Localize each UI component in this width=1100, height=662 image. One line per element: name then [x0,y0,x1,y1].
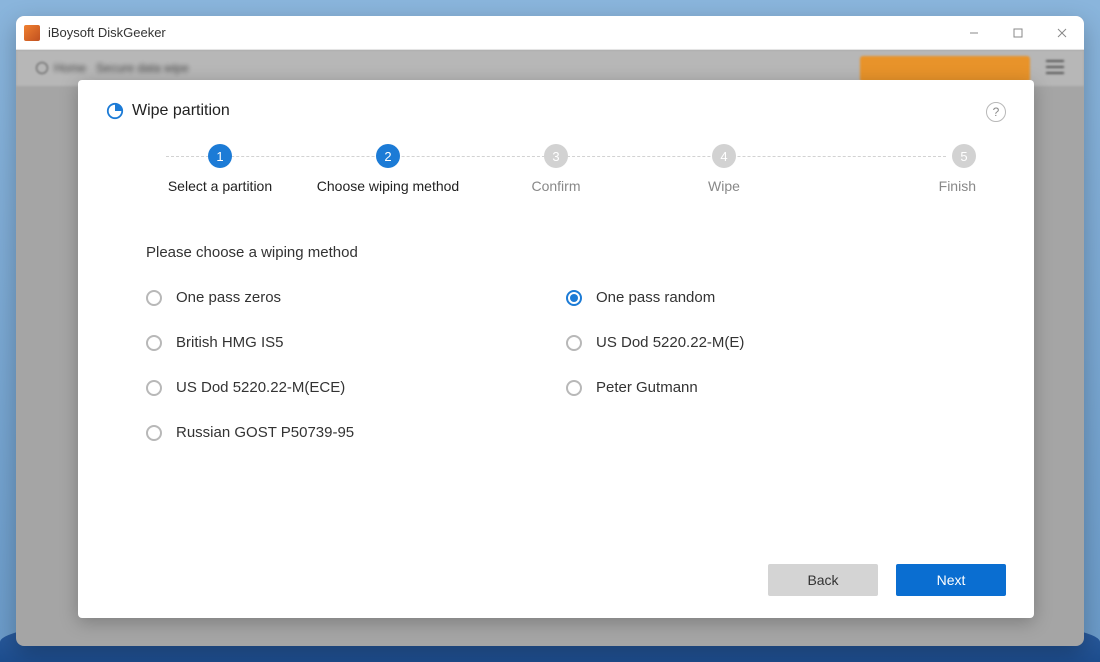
option-label: One pass zeros [176,289,281,306]
option-british-hmg-is5[interactable]: British HMG IS5 [146,334,526,351]
step-label: Wipe [708,178,740,194]
step-circle: 1 [208,144,232,168]
help-button[interactable]: ? [986,102,1006,122]
back-button[interactable]: Back [768,564,878,596]
step-label: Finish [939,178,976,194]
window-controls [952,16,1084,49]
background-upgrade-button [860,56,1030,82]
step-wipe: 4 Wipe [640,144,808,194]
step-circle: 5 [952,144,976,168]
option-one-pass-random[interactable]: One pass random [566,289,946,306]
title-bar: iBoysoft DiskGeeker [16,16,1084,50]
option-label: Russian GOST P50739-95 [176,424,354,441]
dialog-footer: Back Next [106,564,1006,596]
close-icon [1057,28,1067,38]
wipe-partition-dialog: Wipe partition ? 1 Select a partition 2 … [78,80,1034,618]
prompt-text: Please choose a wiping method [106,244,1006,261]
minimize-button[interactable] [952,16,996,49]
wiping-method-options: One pass zeros British HMG IS5 US Dod 52… [106,289,1006,441]
radio-icon [146,335,162,351]
radio-icon [566,335,582,351]
next-button[interactable]: Next [896,564,1006,596]
step-circle: 3 [544,144,568,168]
wipe-partition-icon [106,102,124,120]
step-label: Select a partition [168,178,272,194]
app-window: iBoysoft DiskGeeker Home Secure data wip… [16,16,1084,646]
option-label: Peter Gutmann [596,379,698,396]
option-one-pass-zeros[interactable]: One pass zeros [146,289,526,306]
option-us-dod-ece[interactable]: US Dod 5220.22-M(ECE) [146,379,526,396]
step-label: Confirm [531,178,580,194]
option-label: British HMG IS5 [176,334,284,351]
step-confirm: 3 Confirm [472,144,640,194]
step-label: Choose wiping method [317,178,459,194]
close-button[interactable] [1040,16,1084,49]
radio-icon [566,380,582,396]
help-icon: ? [993,105,1000,119]
maximize-icon [1013,28,1023,38]
back-button-label: Back [807,572,838,588]
window-title: iBoysoft DiskGeeker [48,25,166,40]
option-label: US Dod 5220.22-M(ECE) [176,379,345,396]
step-circle: 2 [376,144,400,168]
minimize-icon [969,28,979,38]
dialog-header: Wipe partition ? [106,102,1006,120]
option-peter-gutmann[interactable]: Peter Gutmann [566,379,946,396]
radio-icon [146,290,162,306]
option-us-dod-me[interactable]: US Dod 5220.22-M(E) [566,334,946,351]
step-circle: 4 [712,144,736,168]
dialog-title: Wipe partition [132,102,230,120]
radio-icon [566,290,582,306]
step-finish: 5 Finish [808,144,976,194]
option-label: One pass random [596,289,715,306]
step-choose-method: 2 Choose wiping method [304,144,472,194]
next-button-label: Next [937,572,966,588]
progress-stepper: 1 Select a partition 2 Choose wiping met… [106,138,1006,194]
app-logo-icon [24,25,40,41]
step-select-partition: 1 Select a partition [136,144,304,194]
maximize-button[interactable] [996,16,1040,49]
radio-icon [146,380,162,396]
background-menu-icon [1046,60,1064,74]
radio-icon [146,425,162,441]
option-label: US Dod 5220.22-M(E) [596,334,744,351]
option-russian-gost[interactable]: Russian GOST P50739-95 [146,424,526,441]
